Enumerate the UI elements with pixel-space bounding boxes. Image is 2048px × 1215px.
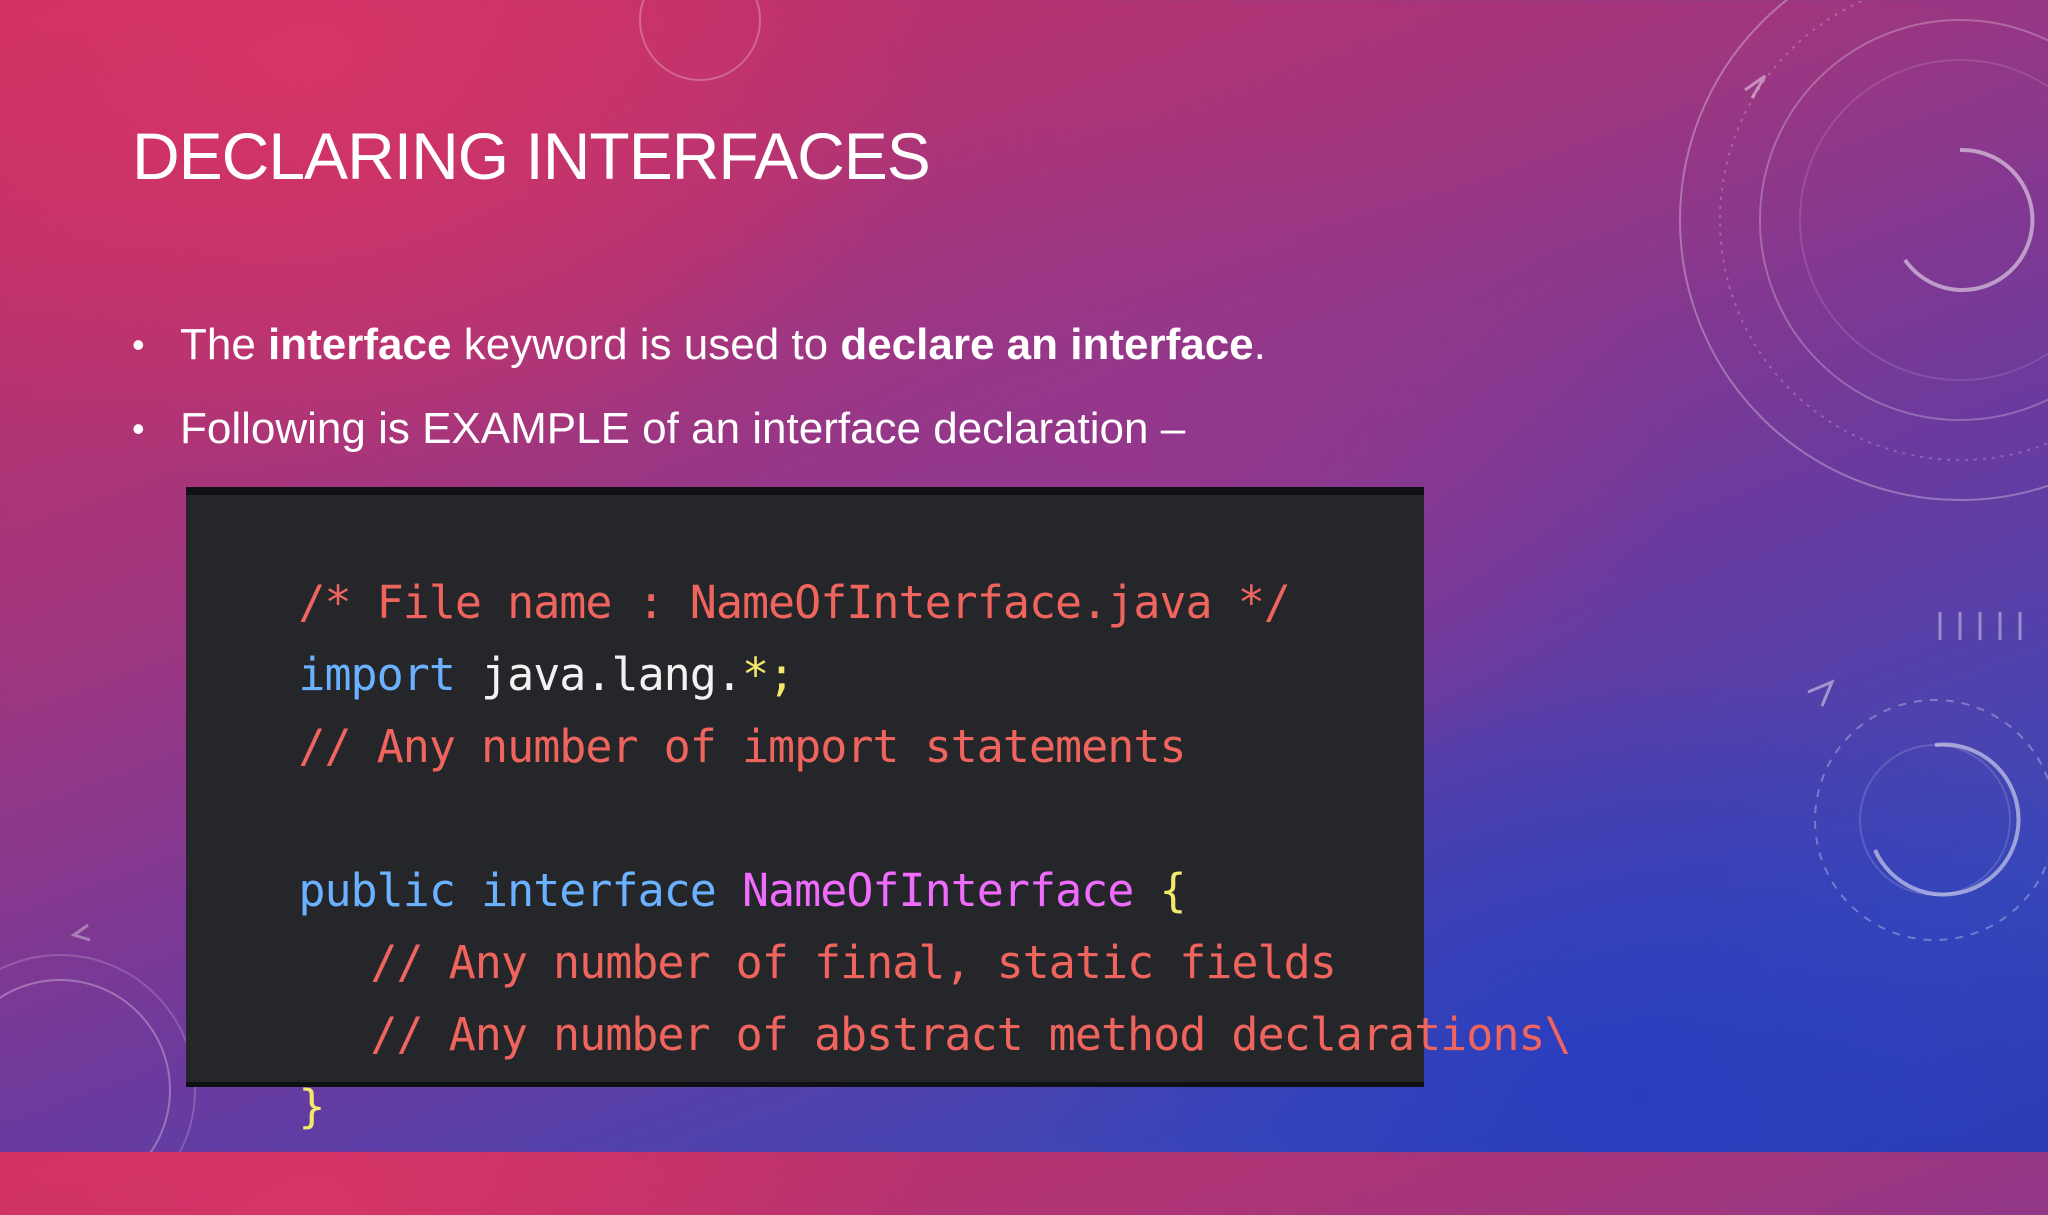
code-line-comment: // Any number of import statements <box>194 639 1186 773</box>
bullet-bold-phrase: declare an interface <box>840 320 1254 369</box>
bullet-text: Following is EXAMPLE of an interface dec… <box>180 404 1186 453</box>
code-comment: // Any number of abstract method declara… <box>370 1008 1571 1061</box>
bullet-item: • The interface keyword is used to decla… <box>132 315 1266 399</box>
code-line-comment: /* File name : NameOfInterface.java */ <box>194 495 1291 629</box>
bullet-dot-icon: • <box>132 408 145 449</box>
code-line-close: } <box>194 999 325 1133</box>
bullet-text-part: The <box>180 320 269 369</box>
bullet-dot-icon: • <box>132 324 145 365</box>
bullet-text-part: . <box>1253 320 1266 369</box>
code-line-comment: // Any number of abstract method declara… <box>266 927 1571 1061</box>
slide-title: DECLARING INTERFACES <box>132 119 931 193</box>
code-block: /* File name : NameOfInterface.java */ i… <box>186 487 1572 1133</box>
code-line-import: import java.lang.*; <box>194 567 795 701</box>
bullet-item: • Following is EXAMPLE of an interface d… <box>132 399 1266 483</box>
bullet-text-part: keyword is used to <box>451 320 841 369</box>
bullet-bold-keyword: interface <box>268 320 452 369</box>
code-line-declaration: public interface NameOfInterface { <box>194 783 1186 917</box>
bullet-list: • The interface keyword is used to decla… <box>132 315 1266 483</box>
code-brace: } <box>298 1080 325 1133</box>
code-line-comment: // Any number of final, static fields <box>266 855 1336 989</box>
code-comment: // Any number of import statements <box>298 720 1186 773</box>
